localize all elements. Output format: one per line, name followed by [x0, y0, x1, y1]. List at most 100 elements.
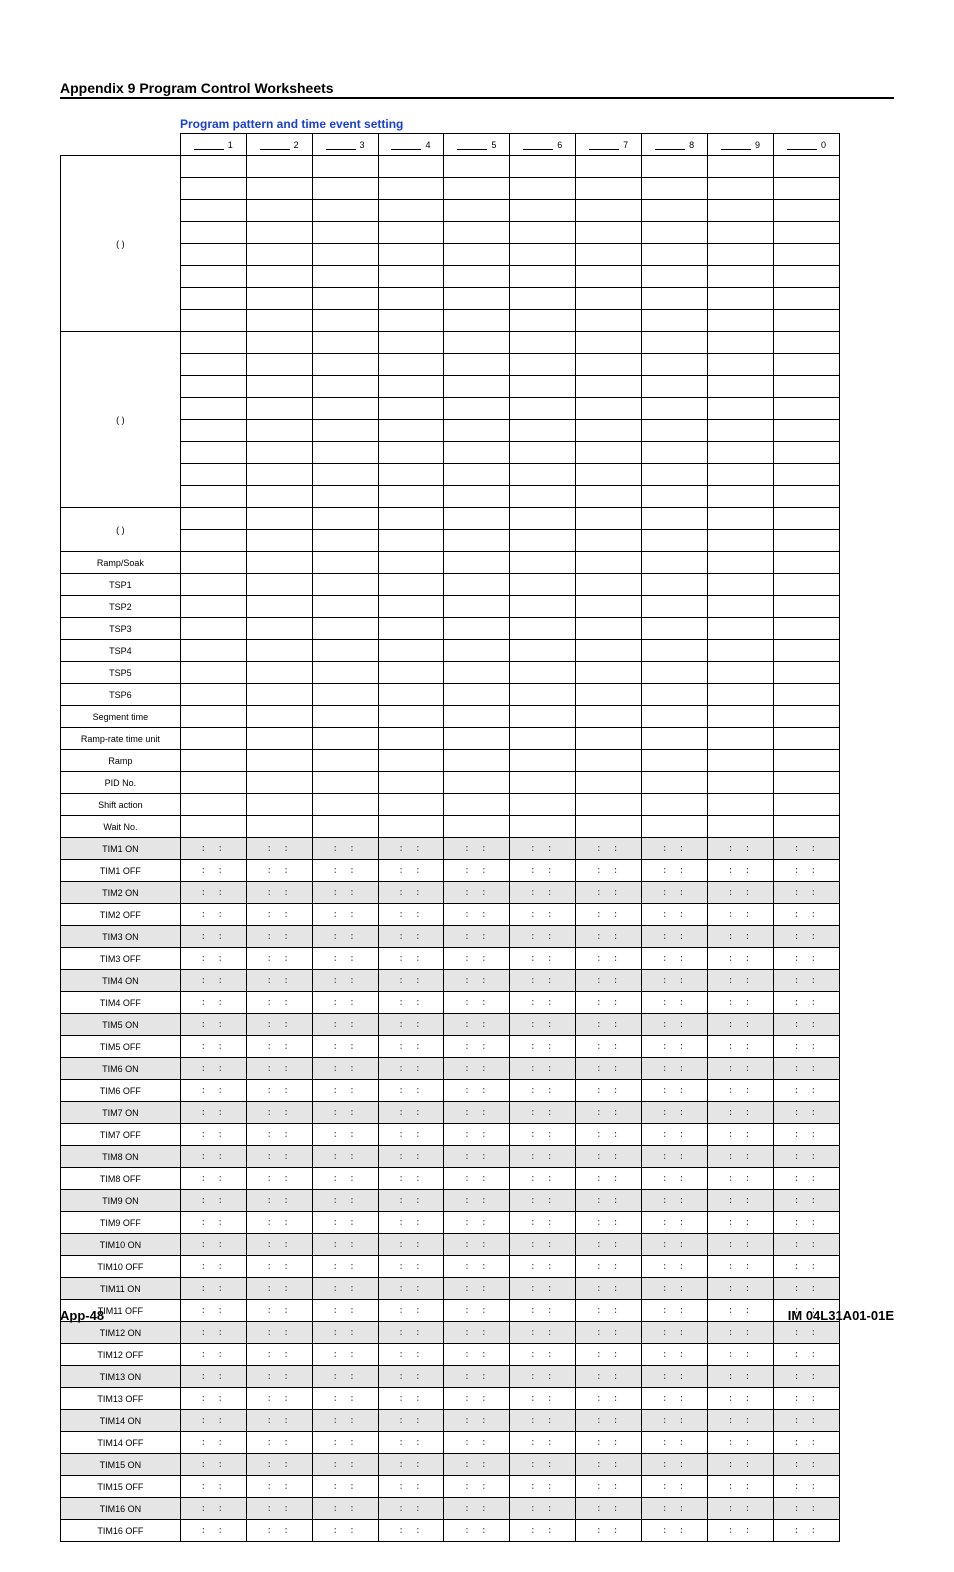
- cell: : :: [312, 1322, 378, 1344]
- cell: : :: [773, 1498, 839, 1520]
- cell: : :: [510, 1520, 576, 1542]
- cell: : :: [180, 1498, 246, 1520]
- time-placeholder: : :: [530, 1196, 555, 1206]
- cell: : :: [510, 1234, 576, 1256]
- cell: [642, 156, 708, 178]
- time-placeholder: : :: [332, 1526, 357, 1536]
- time-placeholder: : :: [398, 1240, 423, 1250]
- cell: : :: [773, 1102, 839, 1124]
- cell: [773, 772, 839, 794]
- time-placeholder: : :: [794, 932, 819, 942]
- cell: [576, 552, 642, 574]
- cell: [642, 332, 708, 354]
- col-head-6: 6: [510, 134, 576, 156]
- cell: [773, 486, 839, 508]
- cell: : :: [378, 1366, 444, 1388]
- cell: : :: [773, 1212, 839, 1234]
- time-placeholder: : :: [398, 1108, 423, 1118]
- cell: [378, 794, 444, 816]
- table-title: Program pattern and time event setting: [180, 117, 894, 131]
- cell: [180, 332, 246, 354]
- cell: [576, 596, 642, 618]
- cell: : :: [378, 1520, 444, 1542]
- cell: [576, 530, 642, 552]
- cell: [312, 508, 378, 530]
- cell: : :: [312, 1080, 378, 1102]
- cell: [642, 706, 708, 728]
- time-placeholder: : :: [596, 976, 621, 986]
- time-placeholder: : :: [794, 1482, 819, 1492]
- time-placeholder: : :: [332, 1262, 357, 1272]
- cell: : :: [444, 1278, 510, 1300]
- time-placeholder: : :: [398, 1328, 423, 1338]
- time-placeholder: : :: [464, 1394, 489, 1404]
- time-placeholder: : :: [464, 1130, 489, 1140]
- cell: : :: [773, 882, 839, 904]
- cell: [642, 574, 708, 596]
- cell: [378, 420, 444, 442]
- time-placeholder: : :: [464, 1372, 489, 1382]
- cell: : :: [246, 1256, 312, 1278]
- cell: : :: [773, 904, 839, 926]
- cell: [378, 574, 444, 596]
- row-label: TIM10 ON: [61, 1234, 181, 1256]
- cell: : :: [246, 1080, 312, 1102]
- time-placeholder: : :: [728, 1526, 753, 1536]
- cell: [773, 508, 839, 530]
- time-placeholder: : :: [530, 976, 555, 986]
- time-placeholder: : :: [267, 1460, 292, 1470]
- cell: [708, 486, 774, 508]
- cell: : :: [312, 1124, 378, 1146]
- cell: [510, 464, 576, 486]
- cell: : :: [642, 1454, 708, 1476]
- cell: : :: [708, 1498, 774, 1520]
- cell: : :: [378, 1190, 444, 1212]
- cell: : :: [312, 904, 378, 926]
- cell: : :: [444, 1014, 510, 1036]
- time-placeholder: : :: [332, 1174, 357, 1184]
- cell: [444, 772, 510, 794]
- cell: [708, 354, 774, 376]
- time-placeholder: : :: [530, 1328, 555, 1338]
- cell: [444, 266, 510, 288]
- cell: : :: [444, 1124, 510, 1146]
- time-placeholder: : :: [332, 1108, 357, 1118]
- cell: : :: [246, 1454, 312, 1476]
- cell: : :: [773, 1168, 839, 1190]
- time-placeholder: : :: [267, 1042, 292, 1052]
- cell: [444, 398, 510, 420]
- time-placeholder: : :: [267, 888, 292, 898]
- cell: [246, 200, 312, 222]
- cell: : :: [180, 1476, 246, 1498]
- cell: : :: [180, 1410, 246, 1432]
- cell: [246, 332, 312, 354]
- time-placeholder: : :: [596, 1482, 621, 1492]
- cell: [378, 442, 444, 464]
- time-placeholder: : :: [596, 1416, 621, 1426]
- cell: : :: [708, 1014, 774, 1036]
- time-placeholder: : :: [398, 1438, 423, 1448]
- cell: [246, 684, 312, 706]
- cell: : :: [642, 948, 708, 970]
- cell: : :: [378, 992, 444, 1014]
- cell: [773, 684, 839, 706]
- cell: : :: [642, 992, 708, 1014]
- cell: : :: [642, 1190, 708, 1212]
- cell: : :: [180, 1344, 246, 1366]
- time-placeholder: : :: [596, 1372, 621, 1382]
- cell: [773, 244, 839, 266]
- cell: : :: [246, 860, 312, 882]
- cell: [180, 750, 246, 772]
- time-placeholder: : :: [267, 998, 292, 1008]
- cell: : :: [312, 1256, 378, 1278]
- cell: : :: [773, 926, 839, 948]
- row-label: TIM13 OFF: [61, 1388, 181, 1410]
- time-placeholder: : :: [728, 1328, 753, 1338]
- cell: : :: [576, 1366, 642, 1388]
- time-placeholder: : :: [201, 976, 226, 986]
- time-placeholder: : :: [398, 954, 423, 964]
- cell: [576, 222, 642, 244]
- cell: [510, 398, 576, 420]
- cell: : :: [708, 1322, 774, 1344]
- time-placeholder: : :: [332, 888, 357, 898]
